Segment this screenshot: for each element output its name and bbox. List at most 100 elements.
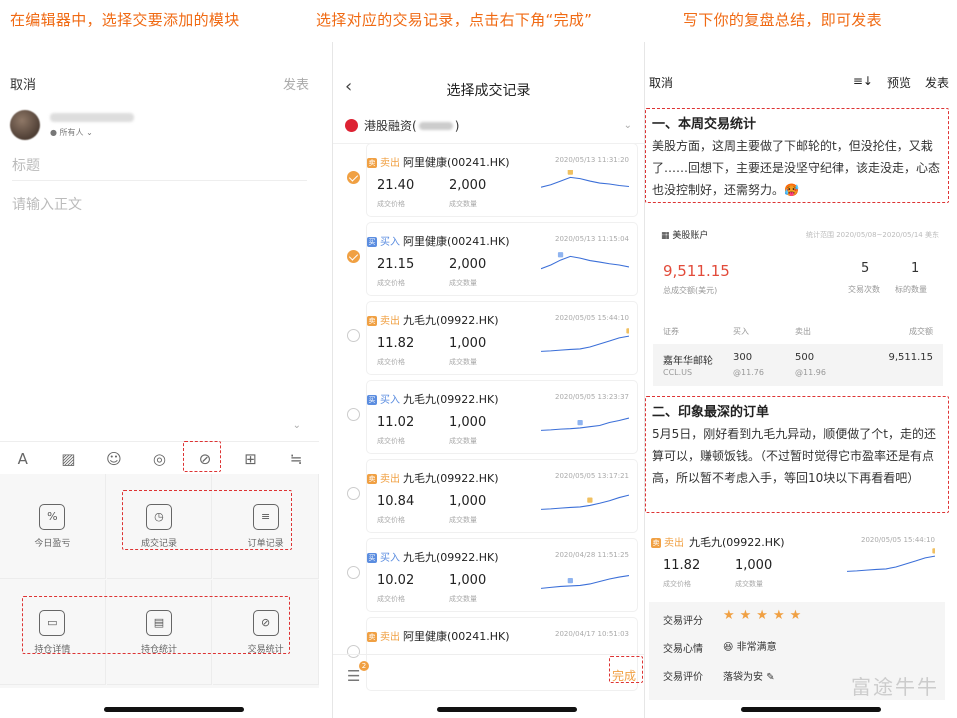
record-side: 卖出 [380,158,400,169]
price-line [541,255,629,270]
trade-record-row[interactable]: 买买入 阿里健康(00241.HK) 2020/05/13 11:15:04 21.1… [347,223,637,295]
add-icon[interactable]: ⊞ [238,446,264,472]
record-time: 2020/05/05 13:17:21 [554,472,629,480]
trade-marker [577,420,583,426]
image-icon[interactable]: ▨ [55,446,81,472]
cancel-button[interactable]: 取消 [10,74,36,93]
record-qty: 2,000 [449,178,487,193]
font-icon[interactable]: A [10,446,36,472]
select-footer: ☰ 2 完成 [333,654,644,694]
watermark-logo: 富途牛牛 [851,675,939,699]
sort-icon[interactable]: ≡↓ [853,74,873,91]
module-label: 今日盈亏 [34,538,71,549]
select-radio[interactable] [347,408,360,421]
rating-stars: ★★★★★ [723,608,807,623]
trade-record-row[interactable]: 卖卖出 九毛九(09922.HK) 2020/05/05 15:44:10 11.82… [347,302,637,374]
record-stock: 九毛九(09922.HK) [403,393,499,406]
record-sparkline [541,170,629,188]
chevron-down-icon[interactable]: ⌄ [624,120,632,131]
stat-col-buy: 买入 [733,327,749,336]
price-line [541,335,629,352]
highlight-done-button [609,656,643,683]
section1-block: 一、本周交易统计 美股方面，这周主要做了下邮轮的t，但没抡住，又栽了……回想下，… [645,108,949,203]
sell-tag-icon: 卖 [367,632,377,642]
record-side: 买入 [380,553,400,564]
stock-icon[interactable]: ◎ [146,446,172,472]
price-line [847,555,935,572]
record-side: 卖出 [380,632,400,643]
stat-targets: 1 [911,261,920,276]
trade-record-row[interactable]: 卖卖出 阿里健康(00241.HK) 2020/05/13 11:31:20 21.4… [347,144,637,216]
select-radio[interactable] [347,171,360,184]
selected-list-icon[interactable]: ☰ [347,667,360,685]
body-input[interactable]: 请输入正文 [12,194,82,214]
buy-tag-icon: 买 [367,395,377,405]
stat-row-sell-price: @11.96 [795,368,826,377]
emoji-icon[interactable]: ☺ [101,446,127,472]
editor-toolbar: A ▨ ☺ ◎ ⊘ ⊞ ≒ [0,441,319,475]
account-number-blurred [418,121,453,130]
trade-marker [567,170,573,175]
record-qty-label: 成交数量 [449,279,477,287]
record-stock: 阿里健康(00241.HK) [403,235,510,248]
highlight-record-modules [122,490,292,550]
price-line [541,494,629,510]
trade-sparkline [847,548,935,572]
record-price-label: 成交价格 [377,437,405,445]
eval-value: 落袋为安 [723,672,763,683]
wrap-icon[interactable]: ≒ [283,446,309,472]
caption-step2: 选择对应的交易记录，点击右下角“完成” [316,11,593,29]
trade-stat-card: ▦ 美股账户 统计范围 2020/05/08~2020/05/14 美东 9,5… [653,218,943,386]
visibility-selector[interactable]: 所有人 [60,128,84,137]
select-radio[interactable] [347,566,360,579]
collapse-chevron-icon[interactable]: ⌄ [293,420,301,431]
record-price-label: 成交价格 [377,516,405,524]
stat-col-security: 证券 [663,327,679,336]
record-qty-label: 成交数量 [449,437,477,445]
stat-total-label: 总成交额(美元) [663,286,718,295]
record-price-label: 成交价格 [377,279,405,287]
stat-count: 5 [861,261,870,276]
mood-label: 交易心情 [663,644,703,655]
account-selector[interactable]: 港股融资( ) ⌄ [333,108,644,144]
cancel-button[interactable]: 取消 [649,74,673,91]
preview-button[interactable]: 预览 [887,74,911,91]
title-input[interactable]: 标题 [12,155,40,175]
section2-title: 二、印象最深的订单 [652,405,770,420]
editor-panel: 取消 发表 ● 所有人 ⌄ 标题 请输入正文 ⌄ A ▨ ☺ ◎ ⊘ ⊞ ≒ %… [0,42,319,718]
publish-button[interactable]: 发表 [925,74,949,91]
select-radio[interactable] [347,250,360,263]
stat-row-code: CCL.US [663,368,693,377]
author-row: ● 所有人 ⌄ [10,110,134,140]
selected-count-badge: 2 [359,661,369,671]
trade-record-row[interactable]: 卖卖出 九毛九(09922.HK) 2020/05/05 13:17:21 10.84… [347,460,637,532]
trade-record-row[interactable]: 买买入 九毛九(09922.HK) 2020/05/05 13:23:37 11.02… [347,381,637,453]
home-indicator [741,707,881,712]
buy-tag-icon: 买 [367,553,377,563]
select-records-panel: ‹ 选择成交记录 港股融资( ) ⌄ 卖卖出 阿里健康(00241.HK) 2020… [332,42,645,718]
publish-button[interactable]: 发表 [283,74,309,93]
hk-flag-icon [345,119,358,132]
trade-stock: 九毛九(09922.HK) [689,536,785,549]
edit-pencil-icon[interactable]: ✎ [766,672,774,683]
trade-record-row[interactable]: 买买入 九毛九(09922.HK) 2020/04/28 11:51:25 10.02… [347,539,637,611]
stat-row-sell: 500 [795,352,815,363]
record-qty: 1,000 [449,573,487,588]
stat-range: 统计范围 2020/05/08~2020/05/14 美东 [805,231,939,239]
record-qty-label: 成交数量 [449,358,477,366]
caption-step1: 在编辑器中，选择交要添加的模块 [10,11,240,29]
record-qty: 1,000 [449,415,487,430]
record-qty-label: 成交数量 [449,595,477,603]
price-line [541,176,629,188]
sell-tag-icon: 卖 [367,158,377,168]
trade-qty: 1,000 [735,558,773,573]
record-sparkline [541,417,629,431]
trade-price-label: 成交价格 [663,580,691,588]
select-radio[interactable] [347,487,360,500]
module-tile[interactable]: % 今日盈亏 [0,474,106,579]
caption-step3: 写下你的复盘总结，即可发表 [683,11,882,29]
record-stock: 九毛九(09922.HK) [403,314,499,327]
trade-price: 11.82 [663,558,701,573]
trade-side: 卖出 [664,538,684,549]
select-radio[interactable] [347,329,360,342]
